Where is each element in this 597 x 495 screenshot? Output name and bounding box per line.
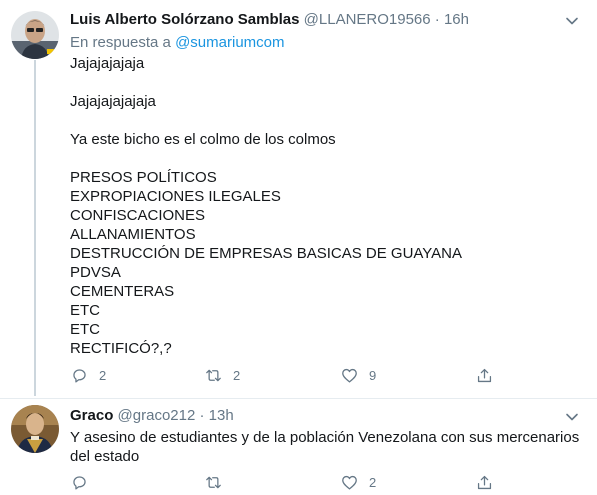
tweet-timestamp[interactable]: 13h [209, 407, 234, 424]
tweet-text-line: RECTIFICÓ?,? [70, 340, 172, 357]
chevron-down-icon[interactable] [565, 410, 579, 424]
like-count: 9 [369, 368, 377, 383]
reply-icon [73, 369, 86, 383]
reply-context: En respuesta a @sumariumcom [70, 34, 285, 51]
retweet-icon [206, 476, 221, 489]
like-button[interactable]: 2 [340, 473, 376, 492]
tweet-text-line: Y asesino de estudiantes y de la poblaci… [70, 429, 580, 446]
tweet-text-line: CONFISCACIONES [70, 207, 206, 224]
tweet-header: Graco @graco212 · 13h [70, 407, 234, 424]
retweet-button[interactable]: 2 [204, 366, 240, 385]
tweet[interactable]: Graco @graco212 · 13h Y asesino de estud… [0, 399, 597, 495]
reply-count: 2 [99, 368, 107, 383]
avatar[interactable] [11, 405, 59, 453]
chevron-down-icon[interactable] [565, 14, 579, 28]
reply-button[interactable] [70, 473, 99, 492]
tweet-text: Y asesino de estudiantes y de la poblaci… [70, 428, 579, 466]
like-button[interactable]: 9 [340, 366, 376, 385]
tweet-text-line [70, 149, 462, 168]
tweet-text-line: EXPROPIACIONES ILEGALES [70, 188, 281, 205]
retweet-icon [206, 369, 221, 382]
tweet-timestamp[interactable]: 16h [444, 11, 469, 28]
tweet-text: Jajajajajaja Jajajajajajaja Ya este bich… [70, 54, 462, 358]
reply-prefix: En respuesta a [70, 34, 171, 51]
separator-dot: · [199, 407, 205, 424]
tweet-text-line: CEMENTERAS [70, 283, 175, 300]
tweet-text-line [70, 111, 462, 130]
retweet-button[interactable] [204, 473, 233, 492]
retweet-count: 2 [233, 368, 241, 383]
thread-connector-line [34, 60, 36, 396]
share-icon [477, 368, 492, 383]
heart-icon [342, 368, 357, 383]
tweet-text-line: ETC [70, 321, 100, 338]
tweet-text-line: Ya este bicho es el colmo de los colmos [70, 131, 336, 148]
tweet-actions: 2 [70, 473, 510, 495]
tweet-text-line: PDVSA [70, 264, 121, 281]
author-name[interactable]: Luis Alberto Solórzano Samblas [70, 11, 299, 28]
tweet[interactable]: Luis Alberto Solórzano Samblas @LLANERO1… [0, 0, 597, 399]
tweet-text-line: Jajajajajaja [70, 55, 145, 72]
tweet-text-line [70, 73, 462, 92]
separator-dot: · [434, 11, 440, 28]
share-icon [477, 475, 492, 490]
tweet-text-line: Jajajajajajaja [70, 93, 156, 110]
reply-button[interactable]: 2 [70, 366, 106, 385]
tweet-text-line: ALLANAMIENTOS [70, 226, 196, 243]
reply-handle-link[interactable]: @sumariumcom [175, 34, 284, 51]
avatar[interactable] [11, 11, 59, 59]
tweet-text-line: ETC [70, 302, 100, 319]
share-button[interactable] [475, 366, 494, 385]
author-handle[interactable]: @graco212 [118, 407, 196, 424]
tweet-actions: 2 2 9 [70, 366, 510, 388]
tweet-text-line: PRESOS POLÍTICOS [70, 169, 217, 186]
share-button[interactable] [475, 473, 494, 492]
heart-icon [342, 475, 357, 490]
author-name[interactable]: Graco [70, 407, 113, 424]
like-count: 2 [369, 475, 377, 490]
tweet-header: Luis Alberto Solórzano Samblas @LLANERO1… [70, 11, 469, 28]
tweet-text-line: DESTRUCCIÓN DE EMPRESAS BASICAS DE GUAYA… [70, 245, 463, 262]
reply-icon [73, 476, 86, 490]
author-handle[interactable]: @LLANERO19566 [304, 11, 431, 28]
tweet-text-line: del estado [70, 448, 140, 465]
